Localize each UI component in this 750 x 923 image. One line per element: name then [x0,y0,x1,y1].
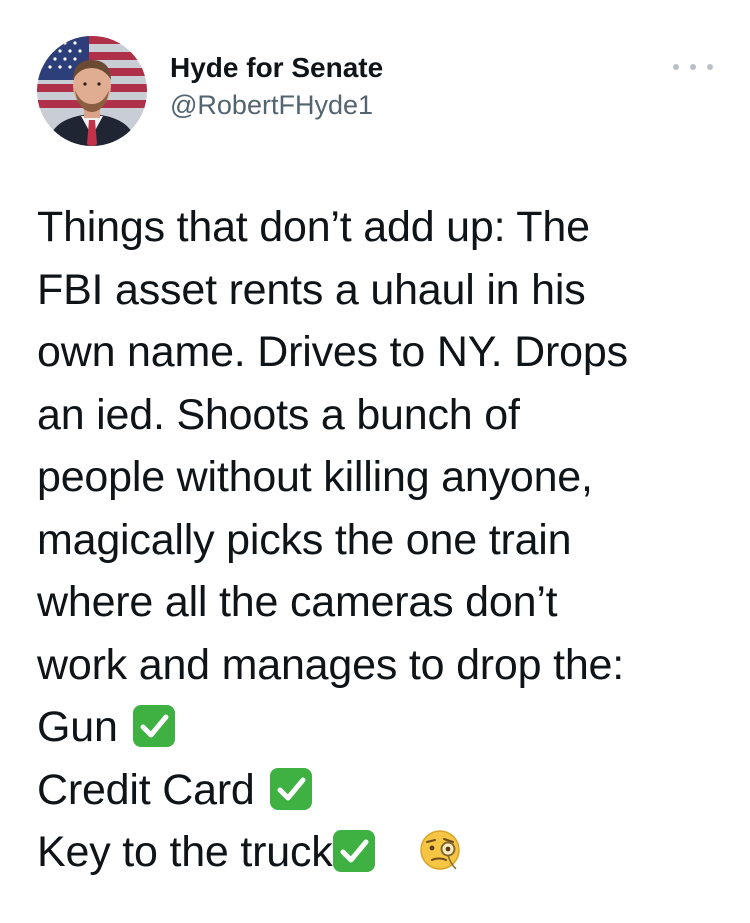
display-name[interactable]: Hyde for Senate [170,50,383,86]
checklist-item: Credit Card [37,759,727,822]
dot [707,64,713,70]
tweet-line: where all the cameras don’t [37,578,558,626]
checklist-item-label: Credit Card [37,765,255,814]
face-with-monocle-icon [418,828,462,872]
tweet-card: Hyde for Senate @RobertFHyde1 Things tha… [0,0,750,923]
avatar[interactable] [37,36,147,146]
tweet-line: Things that don’t add up: The [37,203,590,251]
checklist-item: Gun [37,696,727,759]
checklist-item-label: Key to the truck [37,828,333,876]
tweet-line: people without killing anyone, [37,453,593,501]
checklist-item: Key to the truck [37,821,727,884]
tweet-line: work and manages to drop the: [37,640,625,689]
tweet-line: FBI asset rents a uhaul in his [37,265,586,314]
check-mark-icon [133,705,176,747]
user-handle[interactable]: @RobertFHyde1 [170,88,383,122]
avatar-photo-icon [37,36,147,146]
tweet-text: Things that don’t add up: The FBI asset … [37,196,727,884]
author-names: Hyde for Senate @RobertFHyde1 [170,50,383,122]
more-options-icon[interactable] [673,60,713,74]
tweet-line: own name. Drives to NY. Drops [37,328,628,376]
tweet-line: magically picks the one train [37,515,572,564]
dot [690,64,696,70]
check-mark-icon [332,830,375,872]
check-mark-icon [270,767,313,810]
tweet-line: an ied. Shoots a bunch of [37,390,520,439]
checklist-item-label: Gun [37,703,118,751]
dot [673,64,679,70]
tweet-header: Hyde for Senate @RobertFHyde1 [37,36,717,146]
